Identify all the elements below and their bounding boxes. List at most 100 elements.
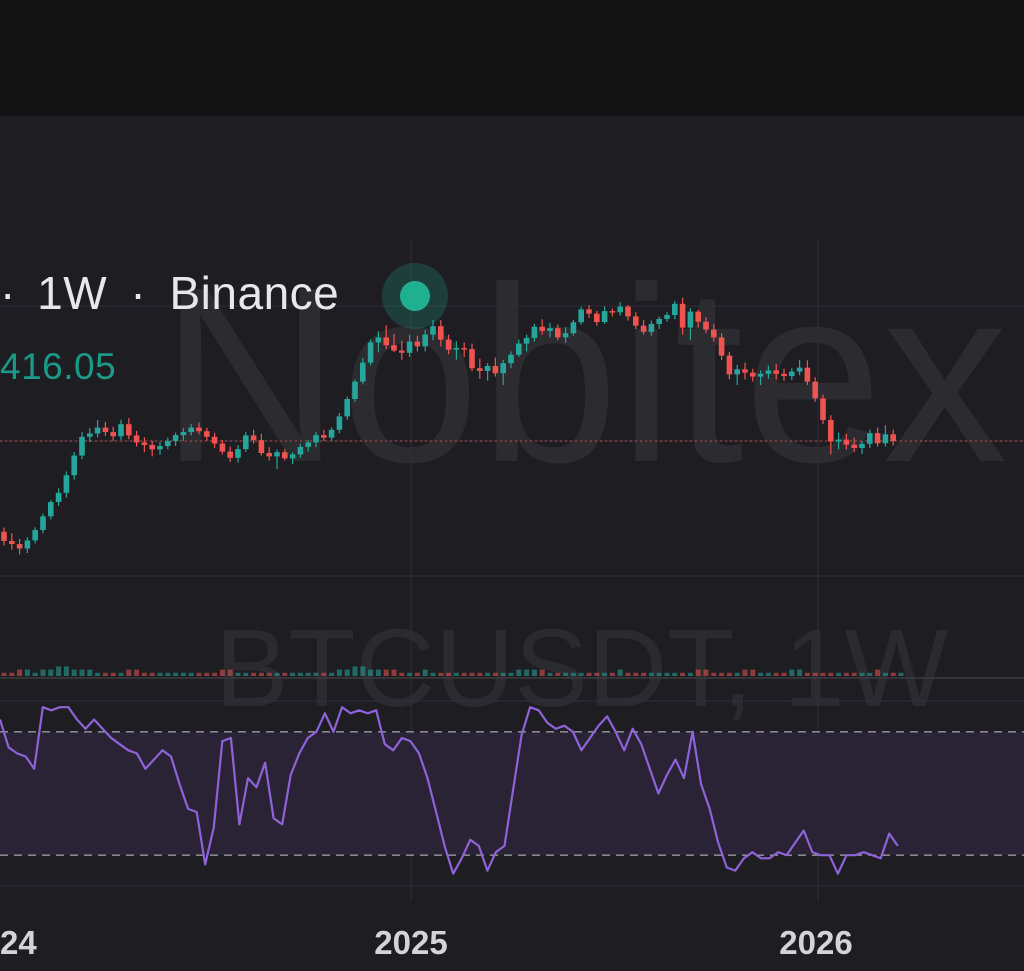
- candle-body: [609, 311, 616, 313]
- candle-body: [24, 540, 31, 549]
- volume-bar: [695, 669, 701, 676]
- candle-body: [250, 435, 257, 441]
- candle-body: [266, 453, 272, 457]
- candle-body: [110, 432, 116, 437]
- volume-bar: [516, 669, 522, 676]
- candle-body: [9, 540, 15, 545]
- volume-bar: [648, 672, 654, 676]
- volume-bar: [508, 672, 514, 676]
- candle-body: [360, 362, 366, 382]
- volume-bar: [687, 672, 693, 676]
- candle-body: [711, 329, 717, 338]
- candle-body: [828, 420, 834, 442]
- candle-body: [157, 446, 163, 450]
- candle-body: [235, 449, 241, 458]
- volume-bar: [297, 672, 303, 676]
- candle-body: [672, 303, 678, 315]
- volume-bar: [485, 672, 491, 676]
- volume-bar: [641, 672, 647, 676]
- candle-body: [102, 427, 109, 433]
- x-axis-label: 2026: [779, 924, 852, 961]
- candle-body: [1, 531, 7, 541]
- x-axis-label: 2024: [0, 924, 37, 961]
- live-status-icon: [382, 263, 448, 329]
- candle-body: [648, 323, 655, 332]
- candle-body: [48, 502, 54, 517]
- volume-bar: [750, 669, 756, 676]
- volume-bar: [399, 672, 405, 676]
- volume-bar: [110, 672, 116, 676]
- volume-bar: [321, 672, 327, 676]
- volume-bar: [446, 672, 452, 676]
- candle-body: [539, 326, 545, 331]
- volume-bar: [391, 669, 397, 676]
- x-axis-label: 2025: [374, 924, 447, 961]
- candle-body: [391, 345, 397, 351]
- candle-body: [321, 435, 327, 438]
- legend-separator: ·: [130, 267, 147, 319]
- candle-body: [258, 440, 265, 454]
- volume-bar: [843, 672, 849, 676]
- volume-bar: [789, 669, 795, 676]
- candle-body: [94, 427, 101, 434]
- volume-bar: [492, 672, 498, 676]
- candle-body: [594, 313, 600, 322]
- volume-bar: [422, 669, 428, 676]
- volume-bar: [414, 672, 420, 676]
- legend-timeframe: 1W: [37, 267, 108, 319]
- volume-bar: [134, 669, 140, 676]
- candle-body: [484, 365, 491, 371]
- candle-body: [180, 432, 187, 436]
- volume-bar: [602, 672, 608, 676]
- volume-bar: [570, 672, 576, 676]
- volume-bar: [836, 672, 842, 676]
- volume-bar: [32, 672, 38, 676]
- candle-body: [79, 436, 85, 456]
- volume-bar: [196, 672, 202, 676]
- candle-body: [664, 315, 670, 319]
- volume-bar: [820, 672, 826, 676]
- candle-body: [375, 337, 382, 343]
- volume-bar: [555, 672, 561, 676]
- volume-bar: [656, 672, 662, 676]
- candlestick-chart[interactable]: NobitexBTCUSDT, 1W202420252026: [0, 116, 1024, 971]
- candle-body: [430, 326, 436, 335]
- volume-bar: [212, 672, 218, 676]
- candle-body: [126, 424, 132, 436]
- candle-body: [617, 306, 623, 313]
- symbol-legend: · 1W · Binance: [0, 266, 339, 320]
- volume-bar: [102, 672, 108, 676]
- candle-body: [289, 454, 296, 459]
- volume-bar: [118, 672, 124, 676]
- candle-body: [469, 349, 475, 369]
- volume-bar: [180, 672, 186, 676]
- volume-bar: [828, 672, 834, 676]
- candle-body: [477, 368, 483, 371]
- volume-bar: [672, 672, 678, 676]
- volume-bar: [336, 669, 342, 676]
- candle-body: [867, 433, 873, 444]
- volume-bar: [63, 666, 69, 676]
- volume-bar: [586, 672, 592, 676]
- volume-bar: [360, 666, 366, 676]
- candle-body: [781, 373, 787, 377]
- candle-body: [118, 424, 124, 437]
- volume-bar: [711, 672, 717, 676]
- legend-exchange: Binance: [169, 267, 340, 319]
- volume-bar: [71, 669, 77, 676]
- volume-bar: [531, 669, 537, 676]
- candle-body: [399, 350, 405, 353]
- volume-bar: [9, 672, 15, 676]
- volume-bar: [477, 672, 483, 676]
- candle-body: [141, 442, 148, 445]
- volume-bar: [258, 672, 264, 676]
- candle-body: [625, 306, 631, 317]
- chart-panel[interactable]: NobitexBTCUSDT, 1W202420252026 · 1W · Bi…: [0, 116, 1024, 971]
- volume-bar: [539, 669, 545, 676]
- volume-bar: [17, 669, 23, 676]
- candle-body: [87, 433, 93, 437]
- candle-body: [726, 355, 733, 375]
- volume-bar: [664, 672, 670, 676]
- candle-body: [422, 334, 428, 347]
- volume-bar: [609, 672, 615, 676]
